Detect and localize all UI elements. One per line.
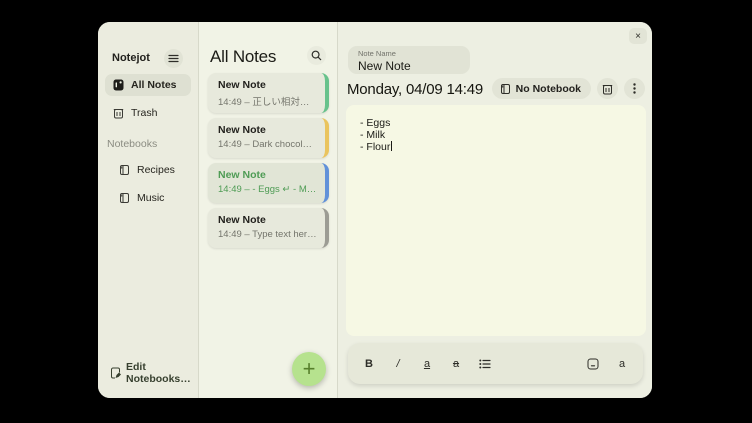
sidebar-item-label: Music (137, 192, 164, 204)
hamburger-menu-icon (168, 54, 179, 63)
notebooks-section-label: Notebooks (107, 138, 191, 150)
desktop-background: Notejot All Notes Trash (0, 0, 752, 423)
editor-pane: × Note Name New Note Monday, 04/09 14:49… (338, 22, 652, 398)
delete-note-button[interactable] (597, 78, 618, 99)
plus-icon: + (303, 358, 316, 380)
note-name-value: New Note (358, 59, 460, 73)
trash-icon (113, 107, 124, 119)
insert-image-button[interactable] (582, 352, 604, 376)
close-window-button[interactable]: × (629, 28, 647, 44)
edit-notebooks-button[interactable]: Edit Notebooks… (110, 361, 198, 385)
close-icon: × (635, 31, 641, 42)
note-card-preview: 14:49 – Type text here… (218, 229, 317, 240)
note-card-title: New Note (218, 169, 317, 181)
strikethrough-button[interactable]: a (445, 352, 467, 376)
sidebar-nav: All Notes Trash Notebooks Recipes (105, 74, 191, 209)
sidebar-item-notebook-music[interactable]: Music (105, 187, 191, 209)
note-card-title: New Note (218, 214, 317, 226)
app-title: Notejot (112, 52, 150, 64)
search-icon (311, 50, 322, 61)
note-date: Monday, 04/09 14:49 (347, 81, 483, 98)
sidebar: Notejot All Notes Trash (98, 22, 199, 398)
notebook-icon (119, 192, 130, 204)
sidebar-item-label: Recipes (137, 164, 175, 176)
notes-list: New Note 14:49 – 正しい相対性理論 New Note 14:49… (208, 73, 329, 248)
note-card-preview: 14:49 – - Eggs ↵ - Milk… (218, 184, 317, 195)
main-menu-button[interactable] (164, 49, 183, 68)
note-menu-button[interactable] (624, 78, 645, 99)
all-notes-icon (113, 79, 124, 91)
note-card-preview: 14:49 – Dark chocolate… (218, 139, 317, 150)
notejot-window: Notejot All Notes Trash (98, 22, 652, 398)
note-card[interactable]: New Note 14:49 – Type text here… (208, 208, 329, 248)
edit-notebook-icon (110, 367, 121, 379)
note-content-line: - Milk (360, 130, 632, 142)
note-card-title: New Note (218, 124, 317, 136)
italic-button[interactable]: / (387, 352, 409, 376)
bullet-list-icon (479, 359, 491, 369)
notes-list-pane: All Notes New Note 14:49 – 正しい相対性理論 New … (199, 22, 338, 398)
formatting-toolbar: B / a a a (348, 343, 643, 384)
editor-header-actions: No Notebook (492, 78, 645, 99)
note-name-input[interactable]: Note Name New Note (348, 46, 470, 74)
sidebar-item-label: All Notes (131, 79, 177, 91)
notebook-icon (119, 164, 130, 176)
kebab-menu-icon (633, 83, 636, 94)
text-cursor (391, 141, 392, 151)
notebook-selector-button[interactable]: No Notebook (492, 78, 591, 99)
sidebar-item-notebook-recipes[interactable]: Recipes (105, 159, 191, 181)
insert-image-icon (587, 358, 599, 370)
note-name-label: Note Name (358, 49, 460, 58)
note-card-selected[interactable]: New Note 14:49 – - Eggs ↵ - Milk… (208, 163, 329, 203)
sidebar-item-label: Trash (131, 107, 157, 119)
note-card-preview: 14:49 – 正しい相対性理論 (218, 94, 317, 108)
note-card-title: New Note (218, 79, 317, 91)
note-card[interactable]: New Note 14:49 – Dark chocolate… (208, 118, 329, 158)
search-button[interactable] (307, 46, 326, 65)
trash-icon (602, 83, 613, 95)
sidebar-item-all-notes[interactable]: All Notes (105, 74, 191, 96)
edit-notebooks-label: Edit Notebooks… (126, 361, 198, 385)
font-button[interactable]: a (611, 352, 633, 376)
underline-button[interactable]: a (416, 352, 438, 376)
note-content-line: - Flour (360, 141, 632, 154)
note-content-editor[interactable]: - Eggs - Milk - Flour (346, 105, 646, 336)
notebook-selector-label: No Notebook (516, 83, 581, 95)
notebook-icon (500, 83, 511, 95)
sidebar-item-trash[interactable]: Trash (105, 102, 191, 124)
notes-list-title: All Notes (210, 47, 276, 67)
bold-button[interactable]: B (358, 352, 380, 376)
bullet-list-button[interactable] (474, 352, 496, 376)
note-content-line: - Eggs (360, 118, 632, 130)
new-note-button[interactable]: + (292, 352, 326, 386)
note-card[interactable]: New Note 14:49 – 正しい相対性理論 (208, 73, 329, 113)
